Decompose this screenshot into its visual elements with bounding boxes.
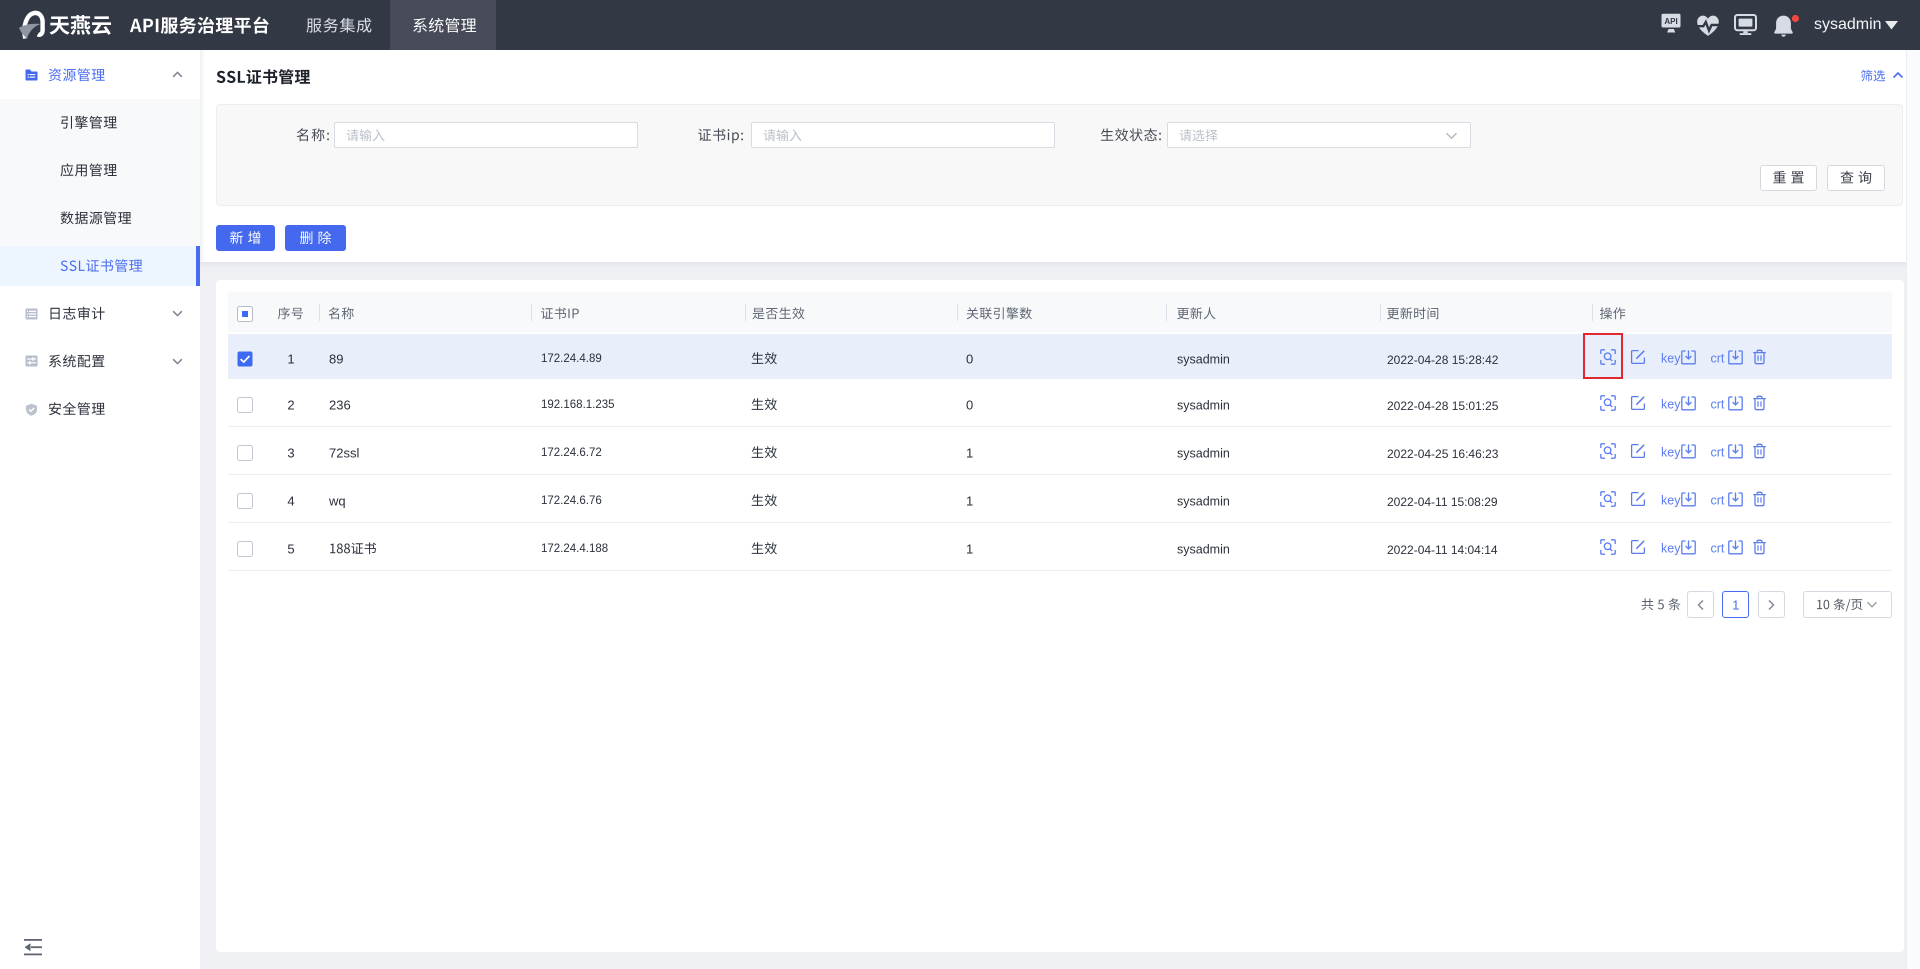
svg-text:API: API: [1664, 17, 1677, 26]
